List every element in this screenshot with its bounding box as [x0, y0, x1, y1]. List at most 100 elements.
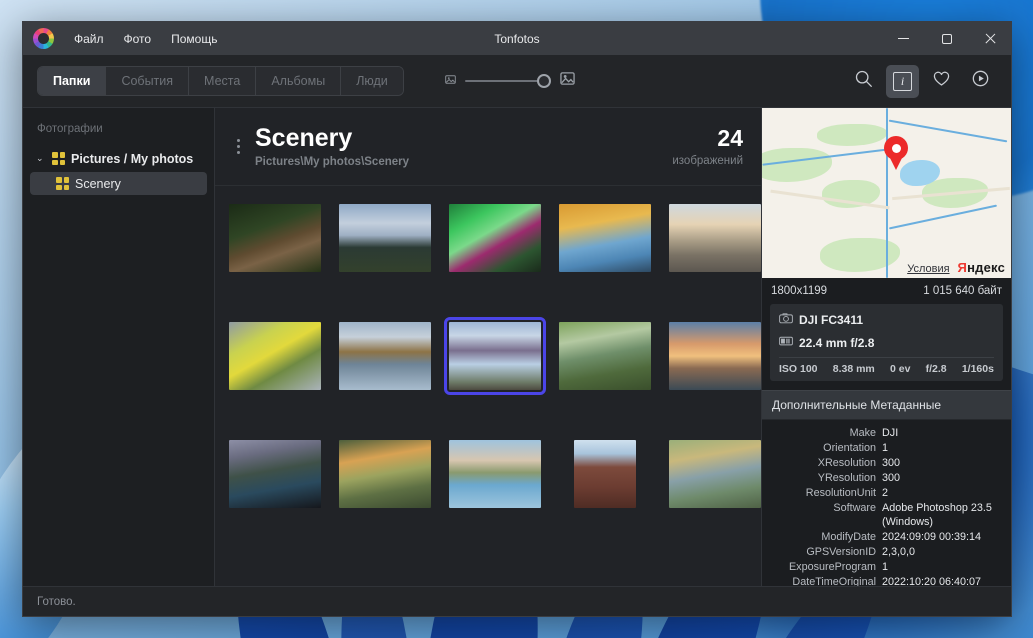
chevron-down-icon[interactable]: ⌄	[36, 154, 46, 163]
image-dimensions: 1800x1199	[771, 285, 827, 297]
metadata-key: DateTimeOriginal	[770, 575, 882, 586]
exif-value: 0 ev	[890, 363, 910, 375]
info-button[interactable]: i	[886, 65, 919, 98]
metadata-row: ModifyDate2024:09:09 00:39:14	[762, 530, 1011, 545]
thumbnail-yellow-flowers-on-rocks[interactable]	[229, 322, 321, 390]
camera-model: DJI FC3411	[799, 313, 863, 327]
map-pin-icon	[884, 136, 908, 168]
kebab-menu-icon[interactable]	[229, 139, 247, 154]
search-button[interactable]	[847, 65, 880, 98]
tab-albums[interactable]: Альбомы	[256, 67, 341, 95]
thumbnail-aerial-lake-valley[interactable]	[449, 322, 541, 390]
thumbnail-lake-with-mountains[interactable]	[449, 440, 541, 508]
close-button[interactable]	[968, 22, 1011, 55]
thumbnail-cell[interactable]	[449, 440, 541, 508]
metadata-key: Make	[770, 426, 882, 440]
thumbnail-cell[interactable]	[559, 204, 651, 272]
sidebar-item-pictures-my-photos[interactable]: ⌄ Pictures / My photos	[30, 147, 207, 170]
metadata-row: MakeDJI	[762, 426, 1011, 441]
metadata-row: Orientation1	[762, 441, 1011, 456]
thumbnail-sunset-over-water[interactable]	[669, 322, 761, 390]
metadata-key: ResolutionUnit	[770, 486, 882, 500]
lens-info: 22.4 mm f/2.8	[799, 336, 874, 350]
thumbnail-cell[interactable]	[669, 440, 761, 508]
metadata-list: MakeDJIOrientation1XResolution300YResolu…	[762, 420, 1011, 586]
favorites-button[interactable]	[925, 65, 958, 98]
thumbnail-cell[interactable]	[559, 322, 651, 390]
map-brand-rest: ндекс	[967, 260, 1005, 275]
app-logo-icon	[33, 28, 54, 49]
thumbnail-green-river-bank[interactable]	[559, 322, 651, 390]
tab-places[interactable]: Места	[189, 67, 256, 95]
metadata-value: 300	[882, 471, 900, 485]
thumbnail-cell[interactable]	[229, 204, 321, 272]
tab-events[interactable]: События	[106, 67, 189, 95]
menu-item-photo[interactable]: Фото	[116, 28, 160, 50]
thumbnail-cell[interactable]	[229, 322, 321, 390]
metadata-section-header: Дополнительные Метаданные	[762, 390, 1011, 420]
metadata-value: 2022:10:20 06:40:07	[882, 575, 981, 586]
tab-people[interactable]: Люди	[341, 67, 403, 95]
thumbnail-size-slider[interactable]	[465, 74, 551, 88]
slider-knob[interactable]	[537, 74, 551, 88]
exif-value: f/2.8	[926, 363, 947, 375]
thumbnail-wind-turbines-at-sunset[interactable]	[669, 204, 761, 272]
thumbnail-aurora-borealis-over-house[interactable]	[449, 204, 541, 272]
slideshow-button[interactable]	[964, 65, 997, 98]
metadata-key: GPSVersionID	[770, 545, 882, 559]
maximize-button[interactable]	[925, 22, 968, 55]
metadata-key: Orientation	[770, 441, 882, 455]
thumbnail-autumn-birch-lake[interactable]	[559, 204, 651, 272]
thumbnail-river-sunset-with-trees[interactable]	[339, 440, 431, 508]
minimize-icon	[898, 38, 909, 39]
toolbar-actions: i	[847, 65, 997, 98]
exif-value: 8.38 mm	[833, 363, 875, 375]
thumbnail-cell[interactable]	[339, 322, 431, 390]
window-body: Фотографии ⌄ Pictures / My photos Scener…	[23, 107, 1011, 586]
image-count-label: изображений	[672, 155, 743, 167]
map-brand-prefix: Я	[958, 260, 968, 275]
metadata-row: ResolutionUnit2	[762, 486, 1011, 501]
tab-folders[interactable]: Папки	[38, 67, 106, 95]
map-river	[886, 108, 888, 278]
thumbnail-cell[interactable]	[339, 440, 431, 508]
thumbnail-cell[interactable]	[669, 322, 761, 390]
play-icon	[971, 69, 990, 93]
folder-grid-icon	[52, 152, 65, 165]
thumbnail-cell[interactable]	[339, 204, 431, 272]
minimize-button[interactable]	[882, 22, 925, 55]
thumbnail-city-buildings-at-dusk[interactable]	[229, 440, 321, 508]
thumbnail-cell[interactable]	[669, 204, 761, 272]
metadata-row: DateTimeOriginal2022:10:20 06:40:07	[762, 575, 1011, 586]
thumbnail-cell[interactable]	[229, 440, 321, 508]
map-brand-logo[interactable]: Яндекс	[958, 260, 1005, 275]
metadata-value: DJI	[882, 426, 898, 440]
map-terms-link[interactable]: Условия	[907, 263, 949, 275]
thumbnail-cell[interactable]	[449, 204, 541, 272]
thumbnail-mushrooms-in-moss[interactable]	[229, 204, 321, 272]
thumbnail-wooden-church-tower[interactable]	[574, 440, 636, 508]
maximize-icon	[942, 34, 952, 44]
large-image-icon	[560, 71, 575, 91]
lens-row: 22.4 mm f/2.8	[779, 334, 994, 352]
menu-item-file[interactable]: Файл	[66, 28, 112, 50]
thumbnail-cell[interactable]	[449, 322, 541, 390]
metadata-key: ExposureProgram	[770, 560, 882, 574]
title-bar: Файл Фото Помощь Tonfotos	[23, 22, 1011, 55]
thumbnail-cell[interactable]	[559, 440, 651, 508]
thumbnail-autumn-river-with-trees[interactable]	[669, 440, 761, 508]
image-count: 24	[672, 126, 743, 150]
thumbnail-snowy-mountain-peak[interactable]	[339, 204, 431, 272]
exif-value: 1/160s	[962, 363, 994, 375]
heart-icon	[932, 69, 951, 93]
exif-summary-card: DJI FC3411 22.4 mm f/2.8 ISO 1008.38 mm0…	[770, 304, 1003, 381]
metadata-key: XResolution	[770, 456, 882, 470]
menu-item-help[interactable]: Помощь	[163, 28, 225, 50]
metadata-key: ModifyDate	[770, 530, 882, 544]
info-panel: Условия Яндекс 1800x1199 1 015 640 байт	[761, 108, 1011, 586]
location-map[interactable]: Условия Яндекс	[762, 108, 1011, 278]
metadata-value: 2	[882, 486, 888, 500]
metadata-value: Adobe Photoshop 23.5 (Windows)	[882, 501, 1003, 529]
thumbnail-mountain-reflection-lake[interactable]	[339, 322, 431, 390]
sidebar-item-scenery[interactable]: Scenery	[30, 172, 207, 195]
